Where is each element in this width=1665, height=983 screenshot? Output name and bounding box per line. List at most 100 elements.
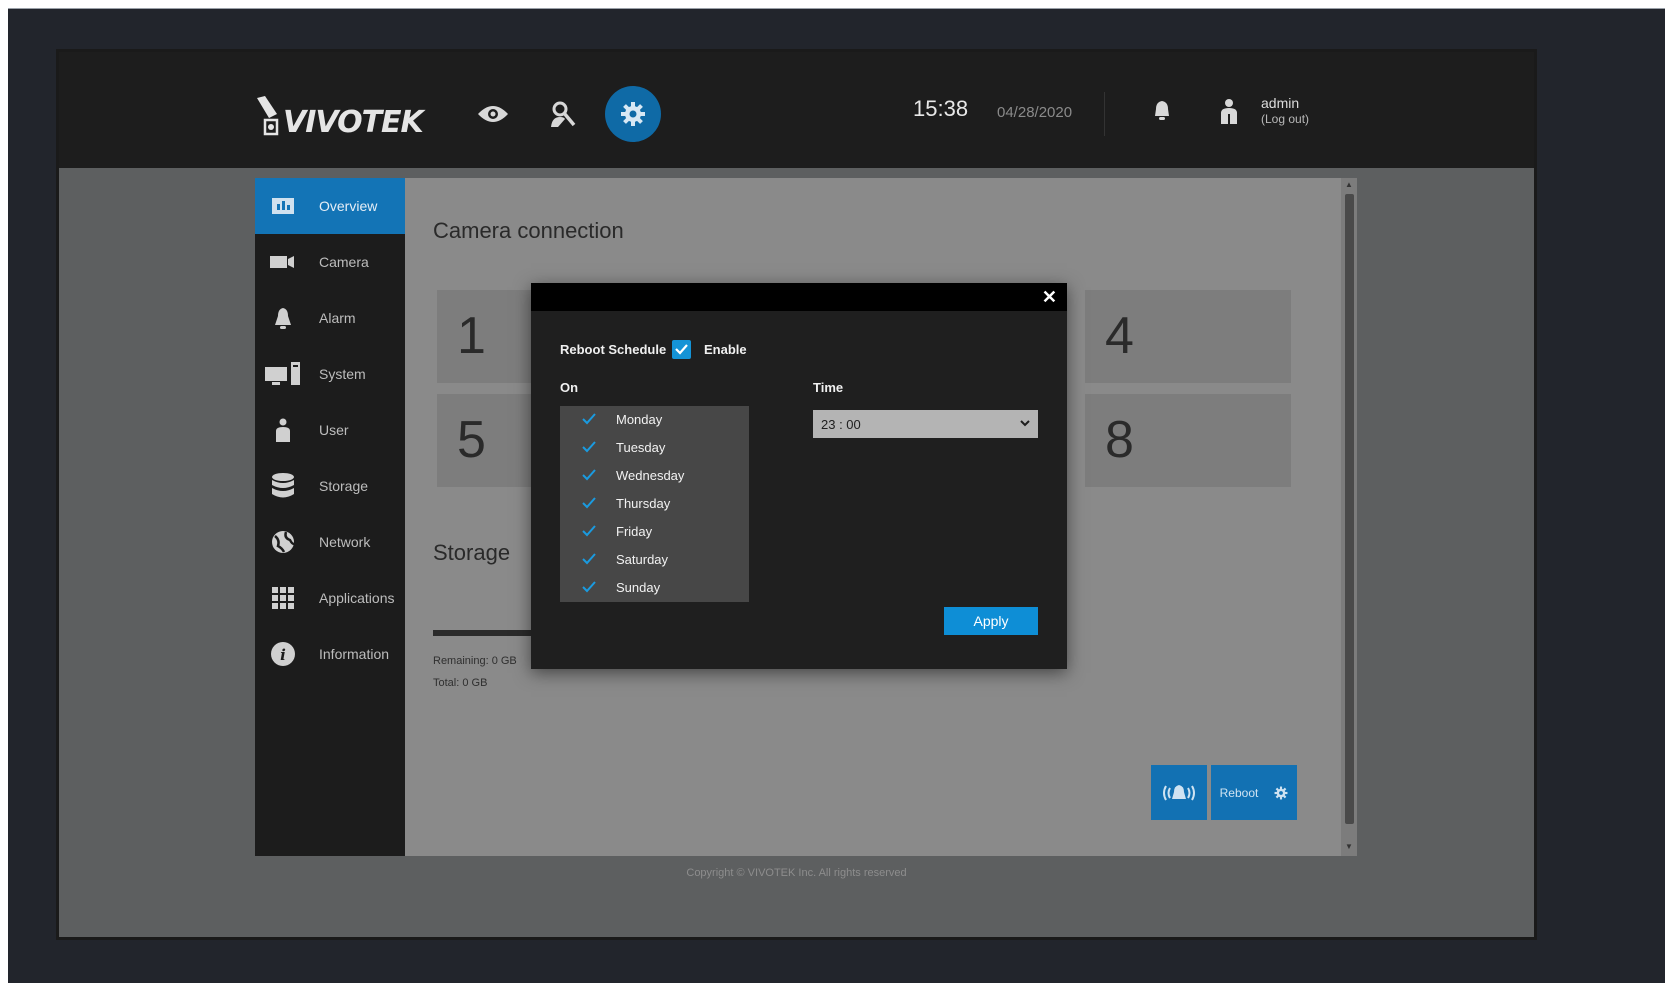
search-person-icon — [551, 101, 576, 127]
reboot-schedule-dialog: ✕ Reboot Schedule Enable On Time Monday … — [531, 283, 1067, 669]
camera-number: 5 — [457, 411, 486, 469]
sidebar-item-label: Network — [319, 534, 371, 550]
days-list: Monday Tuesday Wednesday Thursday Friday — [560, 406, 749, 602]
clock-date: 04/28/2020 — [997, 104, 1073, 121]
sidebar-item-user[interactable]: User — [255, 402, 405, 458]
checkmark-icon — [582, 469, 596, 481]
sidebar-item-label: User — [319, 422, 349, 438]
alarm-trigger-button[interactable] — [1151, 765, 1207, 820]
sidebar-item-label: Camera — [319, 254, 369, 270]
user-name: admin — [1261, 95, 1300, 111]
camera-number: 4 — [1105, 307, 1134, 365]
sidebar-item-storage[interactable]: Storage — [255, 458, 405, 514]
notifications-button[interactable] — [1151, 99, 1173, 126]
sidebar: Overview Camera Alarm System User Storag… — [255, 178, 405, 856]
sidebar-item-information[interactable]: i Information — [255, 626, 405, 682]
day-friday[interactable]: Friday — [560, 518, 749, 546]
camera-logo-icon — [257, 96, 279, 136]
header-divider — [1104, 92, 1105, 136]
checkmark-icon — [675, 344, 688, 355]
camera-tile-4[interactable]: 4 — [1085, 290, 1291, 383]
day-sunday[interactable]: Sunday — [560, 574, 749, 602]
sidebar-item-label: Overview — [319, 198, 378, 214]
day-tuesday[interactable]: Tuesday — [560, 434, 749, 462]
eye-icon — [478, 106, 508, 122]
computer-icon — [265, 361, 301, 387]
storage-total: Total: 0 GB — [433, 677, 488, 689]
storage-usage-bar — [433, 630, 543, 636]
gear-icon — [621, 102, 645, 126]
chevron-down-icon — [1020, 420, 1030, 427]
browser-frame: VIVOTEK 15:38 04/28/2020 admin (Log out)… — [8, 8, 1665, 983]
content-scrollbar[interactable]: ▲ ▼ — [1341, 178, 1357, 856]
time-label: Time — [813, 380, 844, 395]
sidebar-item-label: Applications — [319, 590, 395, 606]
bell-icon — [1155, 101, 1169, 120]
scroll-down-arrow[interactable]: ▼ — [1345, 843, 1353, 851]
sidebar-item-applications[interactable]: Applications — [255, 570, 405, 626]
copyright-footer: Copyright © VIVOTEK Inc. All rights rese… — [686, 867, 907, 879]
day-wednesday[interactable]: Wednesday — [560, 462, 749, 490]
checkmark-icon — [582, 497, 596, 509]
camera-number: 1 — [457, 307, 486, 365]
reboot-button[interactable]: Reboot — [1211, 765, 1297, 820]
logo-text: VIVOTEK — [283, 105, 424, 140]
camera-connection-title: Camera connection — [433, 218, 624, 243]
day-monday[interactable]: Monday — [560, 406, 749, 434]
storage-title: Storage — [433, 540, 511, 565]
user-avatar — [1219, 98, 1239, 129]
app-screen: VIVOTEK 15:38 04/28/2020 admin (Log out)… — [56, 49, 1537, 940]
scroll-thumb[interactable] — [1345, 194, 1354, 824]
checkmark-icon — [582, 581, 596, 593]
day-label: Tuesday — [616, 440, 666, 455]
sidebar-item-overview[interactable]: Overview — [255, 178, 405, 234]
day-saturday[interactable]: Saturday — [560, 546, 749, 574]
day-label: Monday — [616, 412, 663, 427]
sidebar-item-system[interactable]: System — [255, 346, 405, 402]
close-icon[interactable]: ✕ — [1042, 287, 1057, 307]
day-label: Sunday — [616, 580, 661, 595]
bell-icon — [269, 305, 297, 331]
checkmark-icon — [582, 553, 596, 565]
sidebar-item-camera[interactable]: Camera — [255, 234, 405, 290]
gear-icon — [1274, 786, 1288, 799]
sidebar-item-alarm[interactable]: Alarm — [255, 290, 405, 346]
day-label: Saturday — [616, 552, 669, 567]
dialog-header: ✕ — [531, 283, 1067, 311]
logout-link[interactable]: (Log out) — [1261, 112, 1309, 126]
search-playback-button[interactable] — [535, 86, 591, 142]
alarm-ring-icon — [1163, 784, 1195, 800]
enable-checkbox[interactable] — [672, 340, 691, 359]
svg-text:i: i — [280, 646, 286, 664]
user-icon — [269, 417, 297, 443]
day-label: Thursday — [616, 496, 671, 511]
apply-button[interactable]: Apply — [944, 607, 1038, 635]
globe-icon — [269, 529, 297, 555]
sidebar-item-label: System — [319, 366, 366, 382]
user-icon — [1221, 99, 1237, 124]
checkmark-icon — [582, 413, 596, 425]
enable-label: Enable — [704, 342, 747, 357]
day-label: Friday — [616, 524, 653, 539]
info-icon: i — [269, 641, 297, 667]
reboot-schedule-label: Reboot Schedule — [560, 342, 667, 357]
checkmark-icon — [582, 525, 596, 537]
settings-button[interactable] — [605, 86, 661, 142]
sidebar-item-label: Storage — [319, 478, 369, 494]
camera-tile-8[interactable]: 8 — [1085, 394, 1291, 487]
grid-icon — [269, 585, 297, 611]
sidebar-item-label: Information — [319, 646, 390, 662]
overview-chart-icon — [269, 193, 297, 219]
day-thursday[interactable]: Thursday — [560, 490, 749, 518]
on-label: On — [560, 380, 579, 395]
top-bar: VIVOTEK 15:38 04/28/2020 admin (Log out) — [59, 52, 1534, 168]
day-label: Wednesday — [616, 468, 685, 483]
clock-time: 15:38 — [913, 96, 969, 121]
time-select[interactable]: 23 : 00 — [813, 410, 1038, 438]
video-camera-icon — [269, 249, 297, 275]
live-view-button[interactable] — [465, 86, 521, 142]
vivotek-logo: VIVOTEK — [255, 94, 424, 140]
scroll-up-arrow[interactable]: ▲ — [1345, 181, 1353, 189]
sidebar-item-network[interactable]: Network — [255, 514, 405, 570]
time-value: 23 : 00 — [821, 417, 861, 432]
